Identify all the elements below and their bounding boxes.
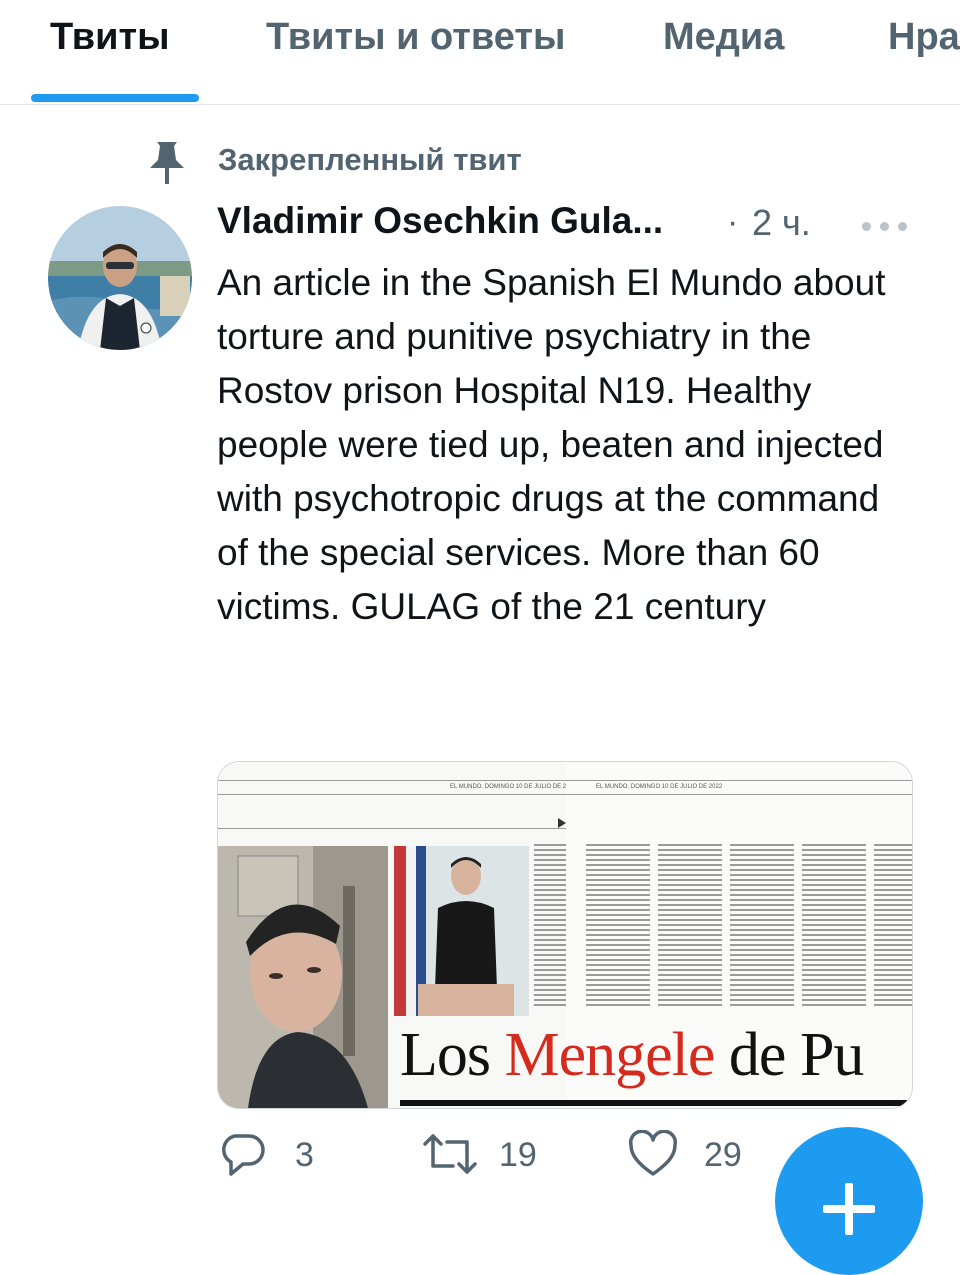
reply-icon [222, 1134, 265, 1176]
more-icon[interactable] [862, 222, 908, 232]
newspaper-header-left: EL MUNDO. DOMINGO 10 DE JULIO DE 2022 [450, 784, 577, 790]
tab-tweets[interactable]: Твиты [50, 16, 170, 59]
timestamp[interactable]: 2 ч. [752, 202, 811, 244]
headline-rule [400, 1100, 912, 1106]
compose-tweet-button[interactable] [775, 1127, 923, 1275]
photo-man-selfie [218, 846, 388, 1108]
page-turn-arrow [558, 818, 566, 828]
tab-likes[interactable]: Нра [888, 16, 960, 59]
active-tab-indicator [31, 94, 199, 102]
photo-man-standing [394, 846, 529, 1016]
reply-button[interactable]: 3 [219, 1130, 339, 1186]
like-button[interactable]: 29 [628, 1130, 758, 1186]
separator-dot: · [727, 203, 739, 241]
profile-tabs: Твиты Твиты и ответы Медиа Нра [0, 0, 960, 105]
author-name[interactable]: Vladimir Osechkin Gula... [217, 200, 663, 242]
tab-tweets-and-replies[interactable]: Твиты и ответы [266, 16, 565, 59]
compose-plus-icon [823, 1183, 875, 1235]
pinned-label: Закрепленный твит [218, 142, 522, 177]
reply-count: 3 [295, 1136, 314, 1174]
like-count: 29 [704, 1136, 742, 1174]
newspaper-header-right: EL MUNDO. DOMINGO 10 DE JULIO DE 2022 [596, 784, 723, 790]
avatar-image [48, 206, 192, 350]
tab-media[interactable]: Медиа [663, 16, 784, 59]
like-icon [628, 1130, 678, 1176]
retweet-count: 19 [499, 1136, 537, 1174]
retweet-icon [423, 1134, 477, 1174]
newspaper-headline: Los Mengele de Pu [400, 1021, 864, 1089]
retweet-button[interactable]: 19 [421, 1130, 551, 1186]
avatar[interactable] [48, 206, 192, 350]
tweet-media[interactable]: EL MUNDO. DOMINGO 10 DE JULIO DE 2022 EL… [217, 761, 913, 1109]
pin-icon [150, 142, 184, 184]
tweet-text: An article in the Spanish El Mundo about… [217, 262, 886, 627]
